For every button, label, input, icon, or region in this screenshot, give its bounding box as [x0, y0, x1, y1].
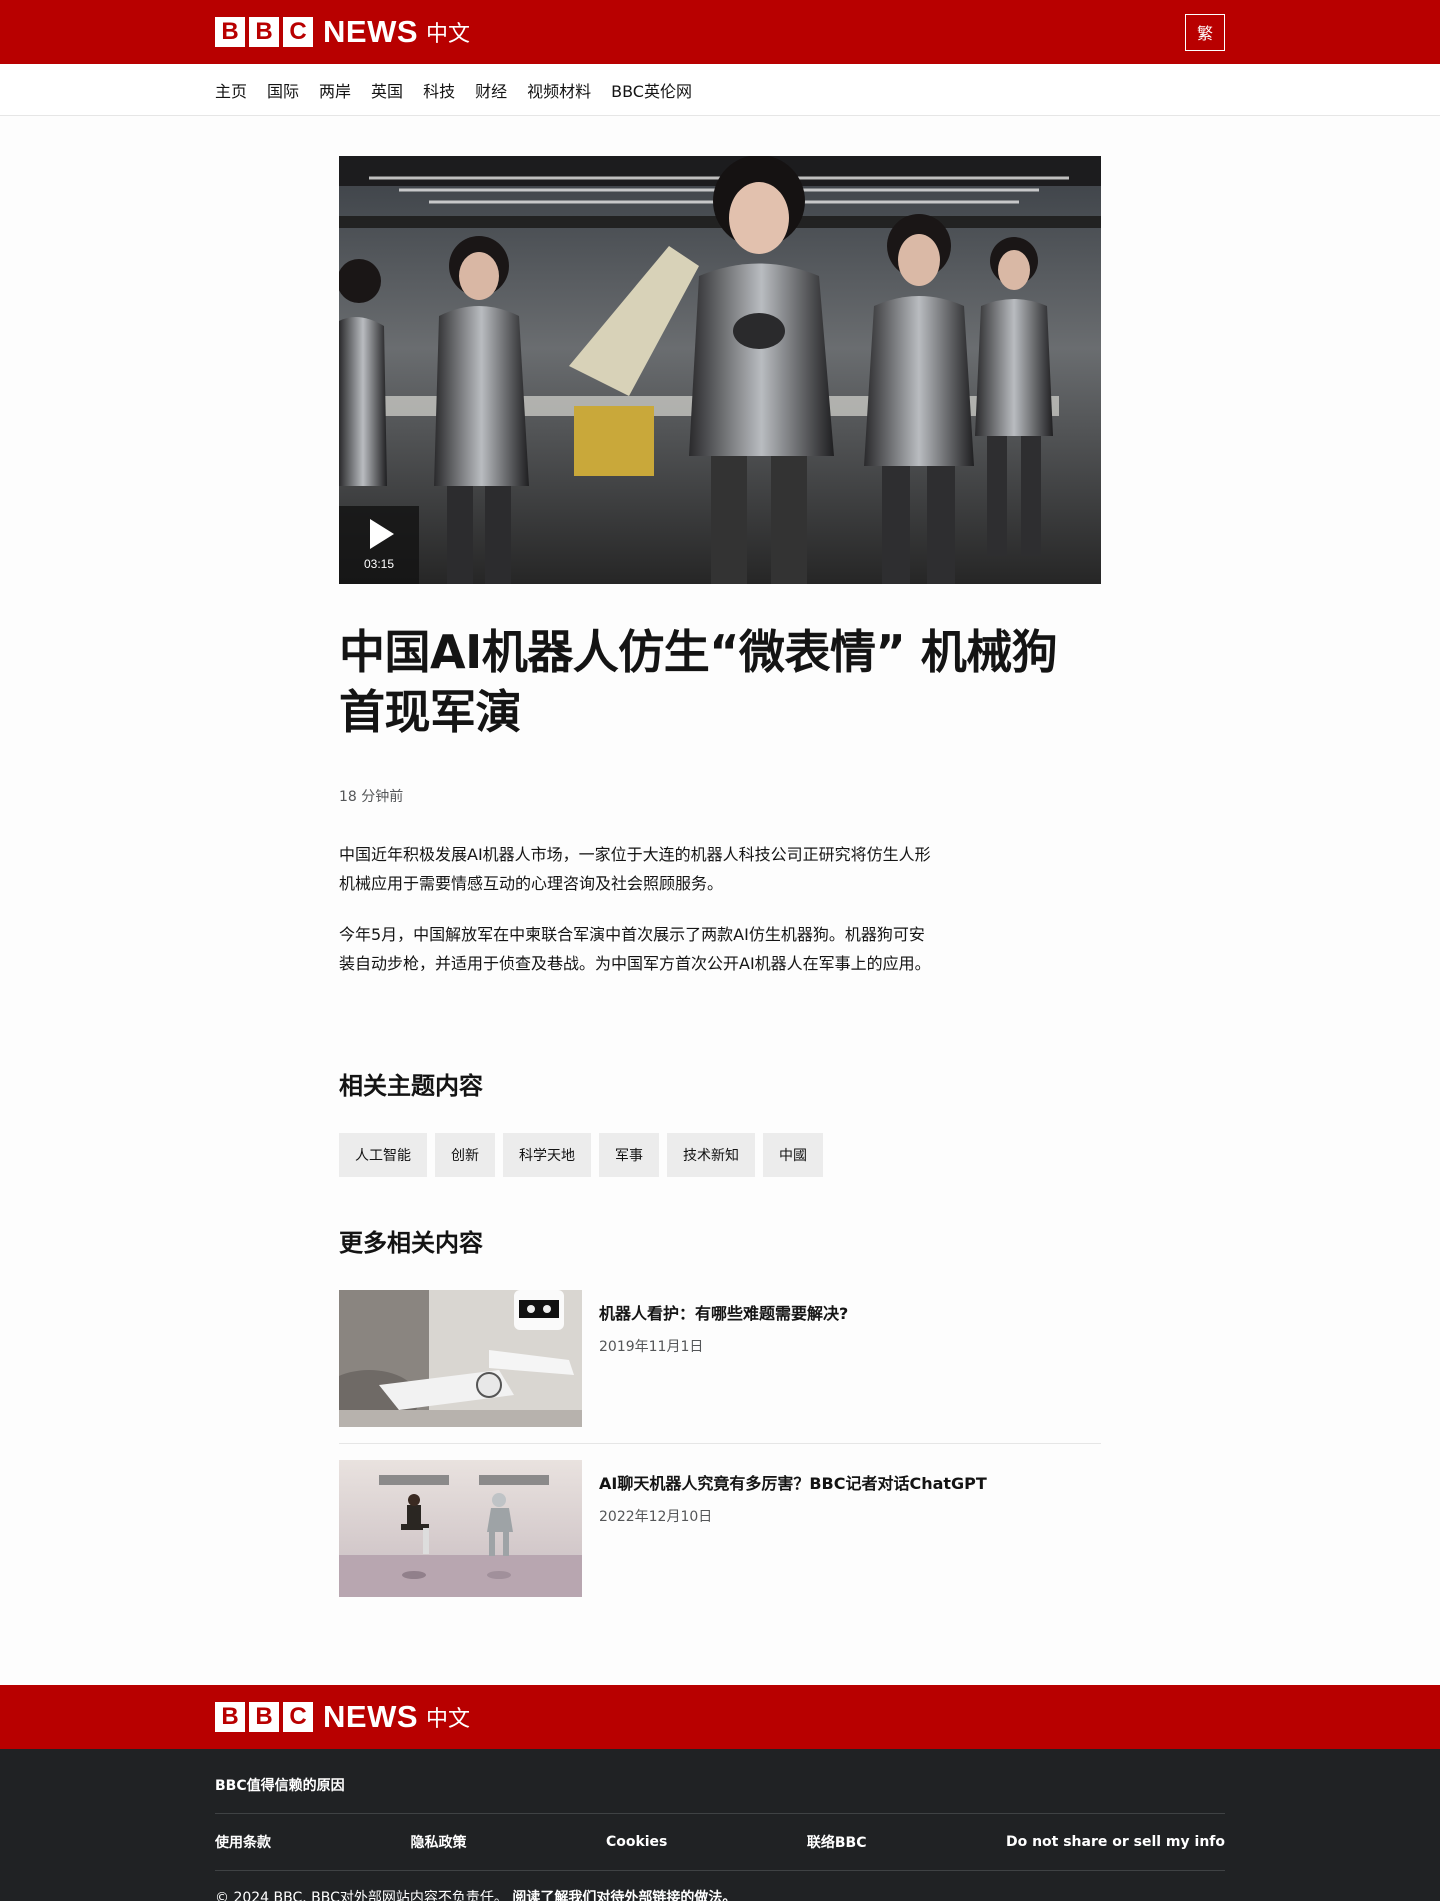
logo-lang-text: 中文	[426, 1707, 471, 1732]
tag-china[interactable]: 中國	[763, 1133, 823, 1177]
bbc-news-logo[interactable]: B B C NEWS 中文	[215, 14, 470, 50]
robot-lab-image	[339, 156, 1101, 584]
nav-item-world[interactable]: 国际	[267, 78, 299, 102]
tag-innovation[interactable]: 创新	[435, 1133, 495, 1177]
tag-military[interactable]: 军事	[599, 1133, 659, 1177]
tag-ai[interactable]: 人工智能	[339, 1133, 427, 1177]
article-paragraph-2: 今年5月，中国解放军在中柬联合军演中首次展示了两款AI仿生机器狗。机器狗可安装自…	[339, 925, 931, 973]
external-links-policy-link[interactable]: 阅读了解我们对待外部链接的做法。	[512, 1890, 736, 1901]
nav-item-finance[interactable]: 财经	[475, 78, 507, 102]
logo-block-b2: B	[249, 1702, 279, 1732]
tag-tech-news[interactable]: 技术新知	[667, 1133, 755, 1177]
footer-links: 使用条款 隐私政策 Cookies 联络BBC Do not share or …	[215, 1813, 1225, 1871]
footer-link-do-not-sell[interactable]: Do not share or sell my info	[1006, 1834, 1225, 1850]
topic-tags: 人工智能 创新 科学天地 军事 技术新知 中國	[339, 1133, 1101, 1177]
footer-link-cookies[interactable]: Cookies	[606, 1834, 667, 1850]
nav-item-home[interactable]: 主页	[215, 78, 247, 102]
related-date: 2019年11月1日	[599, 1339, 704, 1355]
related-topics-heading: 相关主题内容	[339, 1072, 483, 1100]
article-paragraph-1: 中国近年积极发展AI机器人市场，一家位于大连的机器人科技公司正研究将仿生人形机械…	[339, 845, 931, 893]
nav-item-uk[interactable]: 英国	[371, 78, 403, 102]
nav-item-tech[interactable]: 科技	[423, 78, 455, 102]
play-button[interactable]: 03:15	[339, 506, 419, 584]
related-list: 机器人看护：有哪些难题需要解决? 2019年11月1日 AI聊天机器人究竟有多厉…	[339, 1290, 1101, 1613]
copyright-text: © 2024 BBC. BBC对外部网站内容不负责任。	[215, 1890, 508, 1901]
footer-link-terms[interactable]: 使用条款	[215, 1832, 271, 1852]
article-main: 03:15 中国AI机器人仿生“微表情” 机械狗首现军演 18 分钟前 中国近年…	[339, 116, 1101, 1613]
article-timestamp: 18 分钟前	[339, 789, 404, 805]
traditional-chinese-button[interactable]: 繁	[1185, 13, 1225, 51]
footer-brand-bar: B B C NEWS 中文	[0, 1685, 1440, 1749]
video-player[interactable]: 03:15	[339, 156, 1101, 584]
top-header: B B C NEWS 中文 繁	[0, 0, 1440, 64]
logo-block-c: C	[283, 17, 313, 47]
copyright: © 2024 BBC. BBC对外部网站内容不负责任。 阅读了解我们对待外部链接…	[215, 1887, 1225, 1901]
robot-care-image	[339, 1290, 582, 1427]
play-icon	[370, 519, 394, 549]
footer-link-privacy[interactable]: 隐私政策	[410, 1832, 466, 1852]
related-item[interactable]: 机器人看护：有哪些难题需要解决? 2019年11月1日	[339, 1290, 1101, 1444]
footer-bbc-news-logo[interactable]: B B C NEWS 中文	[215, 1699, 470, 1735]
nav-item-video[interactable]: 视频材料	[527, 78, 591, 102]
related-date: 2022年12月10日	[599, 1509, 713, 1525]
logo-block-b2: B	[249, 17, 279, 47]
related-thumbnail[interactable]	[339, 1290, 582, 1427]
logo-lang-text: 中文	[426, 22, 471, 47]
trust-link[interactable]: BBC值得信赖的原因	[215, 1775, 1225, 1795]
chatgpt-interview-image	[339, 1460, 582, 1597]
article-headline: 中国AI机器人仿生“微表情” 机械狗首现军演	[339, 625, 1058, 739]
nav-item-bbc-uk-chinese[interactable]: BBC英伦网	[611, 78, 692, 102]
footer: BBC值得信赖的原因 使用条款 隐私政策 Cookies 联络BBC Do no…	[0, 1749, 1440, 1901]
logo-news-text: NEWS	[323, 14, 418, 49]
logo-block-b1: B	[215, 1702, 245, 1732]
main-nav: 主页 国际 两岸 英国 科技 财经 视频材料 BBC英伦网	[0, 64, 1440, 116]
related-title[interactable]: AI聊天机器人究竟有多厉害？BBC记者对话ChatGPT	[599, 1470, 987, 1494]
footer-link-contact[interactable]: 联络BBC	[807, 1832, 867, 1852]
video-duration: 03:15	[363, 557, 395, 571]
more-content-heading: 更多相关内容	[339, 1229, 483, 1257]
related-thumbnail[interactable]	[339, 1460, 582, 1597]
nav-item-cross-strait[interactable]: 两岸	[319, 78, 351, 102]
logo-block-b1: B	[215, 17, 245, 47]
related-title[interactable]: 机器人看护：有哪些难题需要解决?	[599, 1300, 848, 1324]
logo-block-c: C	[283, 1702, 313, 1732]
logo-news-text: NEWS	[323, 1699, 418, 1734]
tag-science[interactable]: 科学天地	[503, 1133, 591, 1177]
related-item[interactable]: AI聊天机器人究竟有多厉害？BBC记者对话ChatGPT 2022年12月10日	[339, 1460, 1101, 1613]
